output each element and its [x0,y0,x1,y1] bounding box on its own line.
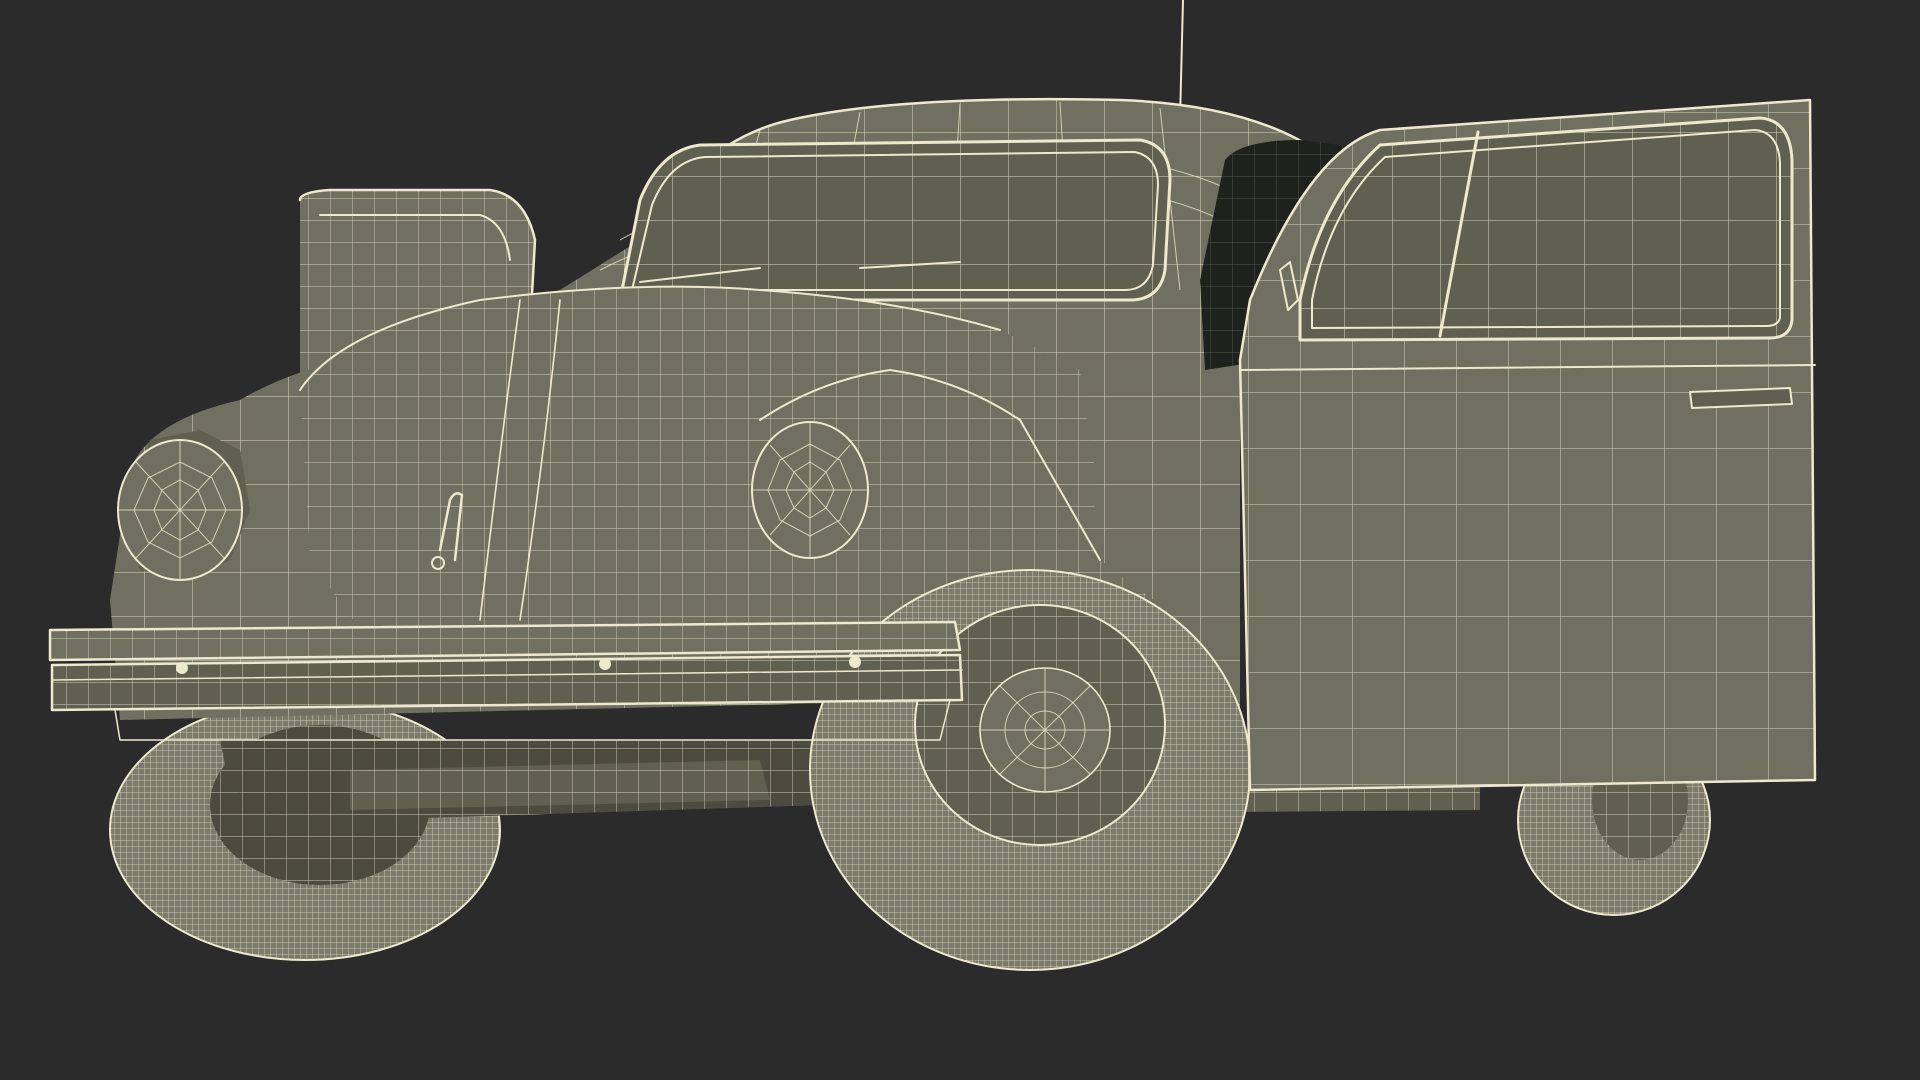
right-headlight [751,421,869,559]
bumper-bolt-center [599,658,611,670]
bumper-bolt-right [849,656,861,668]
windshield [618,138,1172,302]
front-left-wheel [109,699,501,961]
left-headlight [117,430,250,581]
car-wireframe-render [48,0,1817,971]
bumper-bolt-left [176,662,188,674]
render-viewport [0,0,1920,1080]
open-passenger-door [1238,98,1817,792]
